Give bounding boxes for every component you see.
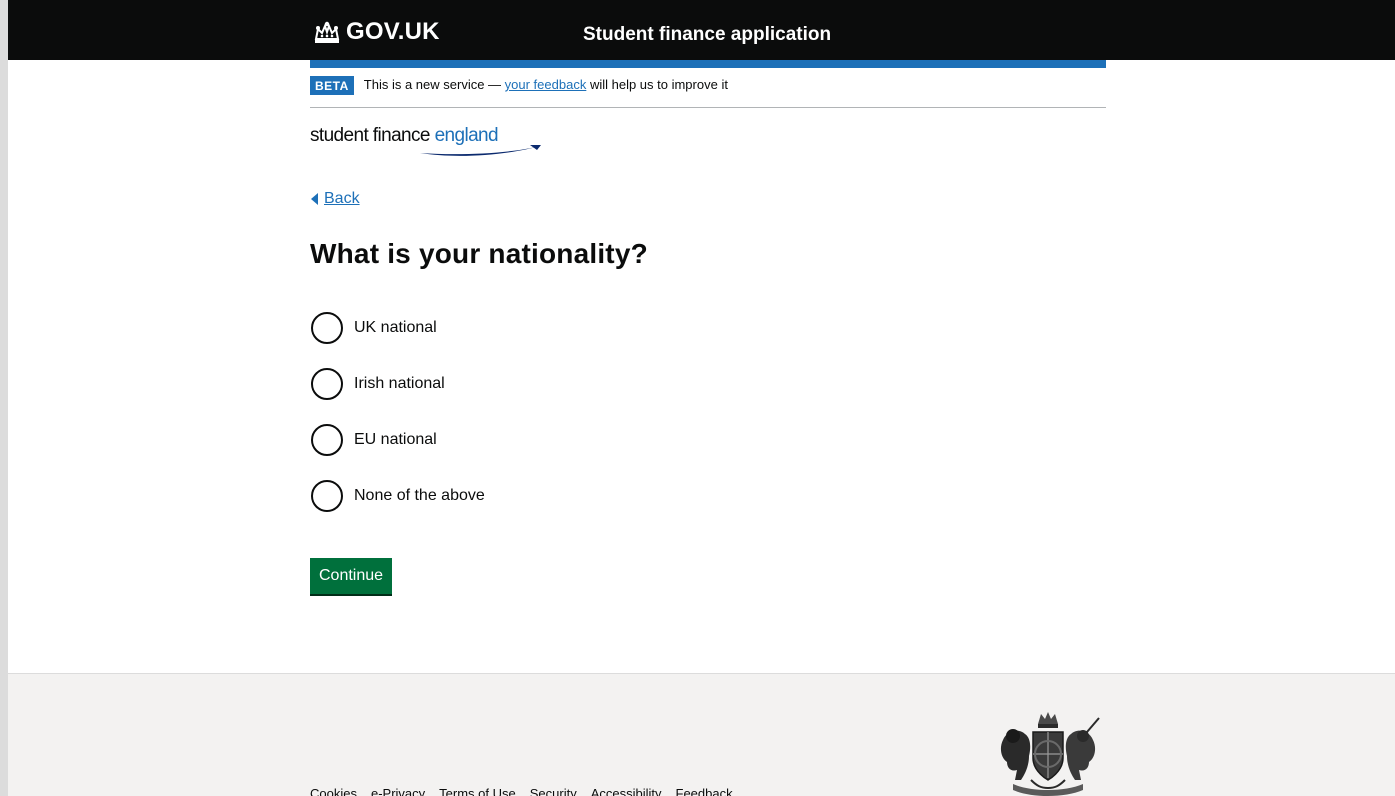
footer-link-cookies[interactable]: Cookies (310, 786, 357, 796)
radio-button[interactable] (311, 480, 343, 512)
govuk-logo-link[interactable]: GOV.UK (312, 18, 440, 46)
footer-link-feedback[interactable]: Feedback (676, 786, 733, 796)
radio-label: EU national (354, 431, 437, 448)
radio-uk-national[interactable]: UK national (311, 312, 485, 344)
radio-label: Irish national (354, 375, 445, 392)
footer-link-eprivacy[interactable]: e-Privacy (371, 786, 425, 796)
crown-icon (314, 21, 340, 43)
student-finance-england-logo: student finance england (310, 125, 550, 157)
footer-link-terms[interactable]: Terms of Use (439, 786, 516, 796)
phase-banner-text: This is a new service — your feedback wi… (364, 75, 728, 95)
phase-text-after: will help us to improve it (586, 77, 728, 92)
footer-link-security[interactable]: Security (530, 786, 577, 796)
continue-button[interactable]: Continue (310, 558, 393, 594)
back-chevron-icon (311, 193, 318, 205)
footer-link-accessibility[interactable]: Accessibility (591, 786, 662, 796)
radio-button[interactable] (311, 424, 343, 456)
radio-none-of-the-above[interactable]: None of the above (311, 480, 485, 512)
feedback-link[interactable]: your feedback (505, 77, 587, 92)
brand-swoosh-icon (420, 145, 541, 156)
page-title: What is your nationality? (310, 238, 648, 269)
back-link[interactable]: Back (311, 190, 360, 208)
header-container: GOV.UK Student finance application (310, 0, 1106, 60)
service-name-link[interactable]: Student finance application (583, 24, 831, 46)
royal-coat-of-arms-icon (1000, 712, 1100, 796)
footer-links: Cookies e-Privacy Terms of Use Security … (310, 786, 733, 796)
radio-label: None of the above (354, 487, 485, 504)
back-link-label: Back (324, 190, 360, 207)
radio-button[interactable] (311, 312, 343, 344)
brand-text-part1: student finance (310, 125, 435, 146)
page: GOV.UK Student finance application BETA … (0, 0, 1395, 796)
radio-eu-national[interactable]: EU national (311, 424, 485, 456)
phase-text-before: This is a new service — (363, 77, 505, 92)
govuk-header: GOV.UK Student finance application (8, 0, 1395, 60)
header-blue-bar (310, 60, 1106, 68)
radio-irish-national[interactable]: Irish national (311, 368, 485, 400)
radio-button[interactable] (311, 368, 343, 400)
footer: Cookies e-Privacy Terms of Use Security … (8, 673, 1395, 796)
nationality-radio-group: UK national Irish national EU national N… (311, 312, 485, 536)
beta-tag: BETA (310, 76, 354, 95)
govuk-logo-text: GOV.UK (346, 18, 440, 45)
radio-label: UK national (354, 319, 437, 336)
phase-banner: BETA This is a new service — your feedba… (310, 76, 1106, 108)
